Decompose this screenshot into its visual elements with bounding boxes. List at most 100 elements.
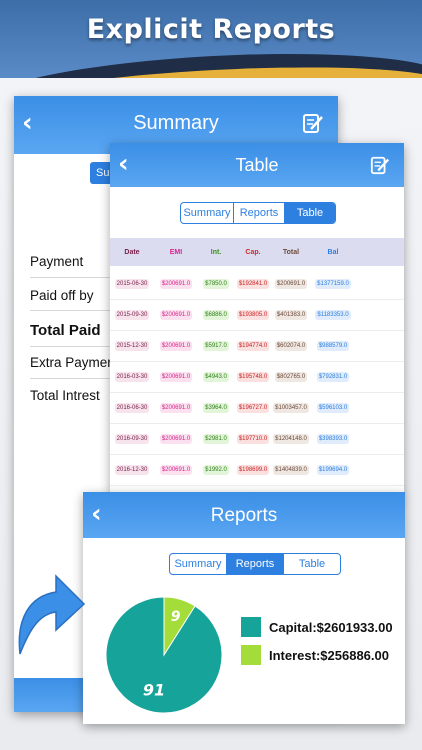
- table-cell: $200691.0: [154, 340, 198, 351]
- table-cell-value: $200691.0: [159, 278, 193, 289]
- table-cell: $2981.0: [198, 433, 234, 444]
- pie-label-capital: 91: [143, 681, 165, 700]
- segment-summary[interactable]: Summary: [181, 203, 234, 223]
- summary-row-payment: Payment: [30, 254, 84, 269]
- table-cell-value: $198699.0: [236, 464, 270, 475]
- table-header-cell: Date: [124, 248, 140, 256]
- table-header-cell: Total: [282, 248, 300, 256]
- table-cell-value: $602074.0: [274, 340, 308, 351]
- table-cell: $200691.0: [272, 278, 310, 289]
- table-cell-value: 2016-12-30: [114, 464, 150, 475]
- summary-row-total-interest: Total Intrest: [30, 388, 100, 403]
- table-cell-value: $5917.0: [203, 340, 229, 351]
- table-cell: 2016-06-30: [110, 402, 154, 413]
- table-cell-value: $193805.0: [236, 309, 270, 320]
- table-cell-value: $192841.0: [236, 278, 270, 289]
- table-row[interactable]: 2015-09-30 $200691.0 $6886.0 $193805.0 $4013…: [110, 299, 404, 331]
- legend-interest: Interest:$256886.00: [241, 645, 389, 665]
- table-cell-value: $3964.0: [203, 402, 229, 413]
- table-cell-value: $802765.0: [274, 371, 308, 382]
- table-cell-value: $200691.0: [159, 309, 193, 320]
- table-cell-value: $7850.0: [203, 278, 229, 289]
- table-cell-value: $1992.0: [203, 464, 229, 475]
- table-cell-value: 2015-09-30: [114, 309, 150, 320]
- table-cell-value: $4943.0: [203, 371, 229, 382]
- table-header-cell: Bal: [327, 248, 339, 256]
- table-cell: 2015-06-30: [110, 278, 154, 289]
- banner-title: Explicit Reports: [86, 14, 336, 45]
- summary-row-total-paid: Total Paid: [30, 322, 101, 339]
- promo-banner: Explicit Reports: [0, 0, 422, 78]
- table-cell: $1404839.0: [272, 464, 310, 475]
- table-navbar: ‹ Table: [110, 143, 404, 187]
- table-cell-value: 2015-06-30: [114, 278, 150, 289]
- table-header-cell: EMI: [169, 248, 183, 256]
- segment-summary[interactable]: Summary: [170, 554, 227, 574]
- segment-reports[interactable]: Reports: [227, 554, 284, 574]
- table-cell: $200691.0: [154, 433, 198, 444]
- table-cell-value: $1377159.0: [315, 278, 351, 289]
- table-cell-value: 2016-06-30: [114, 402, 150, 413]
- table-cell: $401383.0: [272, 309, 310, 320]
- table-row[interactable]: 2016-03-30 $200691.0 $4943.0 $195748.0 $8027…: [110, 361, 404, 393]
- table-cell: $197710.0: [234, 433, 272, 444]
- table-cell: $195748.0: [234, 371, 272, 382]
- table-header-cell: Int.: [210, 248, 222, 256]
- table-cell: 2016-03-30: [110, 371, 154, 382]
- table-cell-value: $401383.0: [274, 309, 308, 320]
- legend-capital: Capital:$2601933.00: [241, 617, 393, 637]
- table-cell-value: 2016-03-30: [114, 371, 150, 382]
- table-cell: $199694.0: [310, 464, 356, 475]
- table-cell: $200691.0: [154, 371, 198, 382]
- reports-title: Reports: [210, 505, 278, 526]
- legend-label-capital: Capital:$2601933.00: [269, 619, 393, 635]
- table-cell-value: $195748.0: [236, 371, 270, 382]
- summary-row-paid-off-by: Paid off by: [30, 288, 94, 303]
- edit-notes-icon[interactable]: [370, 155, 390, 175]
- table-cell-value: $200691.0: [159, 371, 193, 382]
- table-cell: $1377159.0: [310, 278, 356, 289]
- table-cell: $194774.0: [234, 340, 272, 351]
- table-cell: $988579.0: [310, 340, 356, 351]
- legend-label-interest: Interest:$256886.00: [269, 647, 389, 663]
- table-cell-value: $194774.0: [236, 340, 270, 351]
- table-cell: $3964.0: [198, 402, 234, 413]
- table-cell: $5917.0: [198, 340, 234, 351]
- table-cell-value: $1204148.0: [273, 433, 309, 444]
- table-cell: $200691.0: [154, 464, 198, 475]
- table-screen: ‹ Table Summary Reports Table Date EMI Int…: [110, 143, 404, 495]
- table-cell: $1183353.0: [310, 309, 356, 320]
- table-cell: $4943.0: [198, 371, 234, 382]
- table-cell: $6886.0: [198, 309, 234, 320]
- table-cell-value: $200691.0: [159, 464, 193, 475]
- table-row[interactable]: 2016-09-30 $200691.0 $2981.0 $197710.0 $1204…: [110, 423, 404, 455]
- table-row[interactable]: 2015-06-30 $200691.0 $7850.0 $192841.0 $2006…: [110, 268, 404, 300]
- table-cell-value: $200691.0: [159, 433, 193, 444]
- table-cell-value: $200691.0: [159, 402, 193, 413]
- table-header-cell: Cap.: [245, 248, 261, 256]
- edit-notes-icon[interactable]: [302, 112, 324, 134]
- table-cell: $792831.0: [310, 371, 356, 382]
- table-cell: $193805.0: [234, 309, 272, 320]
- table-cell-value: $1404839.0: [273, 464, 309, 475]
- table-cell-value: $398393.0: [316, 433, 350, 444]
- segment-reports[interactable]: Reports: [234, 203, 285, 223]
- table-header-row: Date EMI Int. Cap. Total Bal: [110, 238, 404, 266]
- table-cell-value: $196727.0: [236, 402, 270, 413]
- summary-row-extra-payment: Extra Paymer: [30, 355, 112, 370]
- legend-swatch-interest: [241, 645, 261, 665]
- table-row[interactable]: 2016-12-30 $200691.0 $1992.0 $198699.0 $1404…: [110, 454, 404, 486]
- segment-table[interactable]: Table: [284, 554, 340, 574]
- table-cell: $196727.0: [234, 402, 272, 413]
- pie-chart: 9 91: [105, 596, 223, 714]
- table-cell-value: $200691.0: [274, 278, 308, 289]
- reports-segmented-control: Summary Reports Table: [169, 553, 341, 575]
- segment-table[interactable]: Table: [285, 203, 335, 223]
- table-cell-value: $199694.0: [316, 464, 350, 475]
- table-cell: $7850.0: [198, 278, 234, 289]
- table-row[interactable]: 2016-06-30 $200691.0 $3964.0 $196727.0 $1003…: [110, 392, 404, 424]
- table-cell-value: $197710.0: [236, 433, 270, 444]
- table-cell: $1992.0: [198, 464, 234, 475]
- reports-screen: ‹ Reports Summary Reports Table 9 91 Capi…: [83, 492, 405, 724]
- table-row[interactable]: 2015-12-30 $200691.0 $5917.0 $194774.0 $6020…: [110, 330, 404, 362]
